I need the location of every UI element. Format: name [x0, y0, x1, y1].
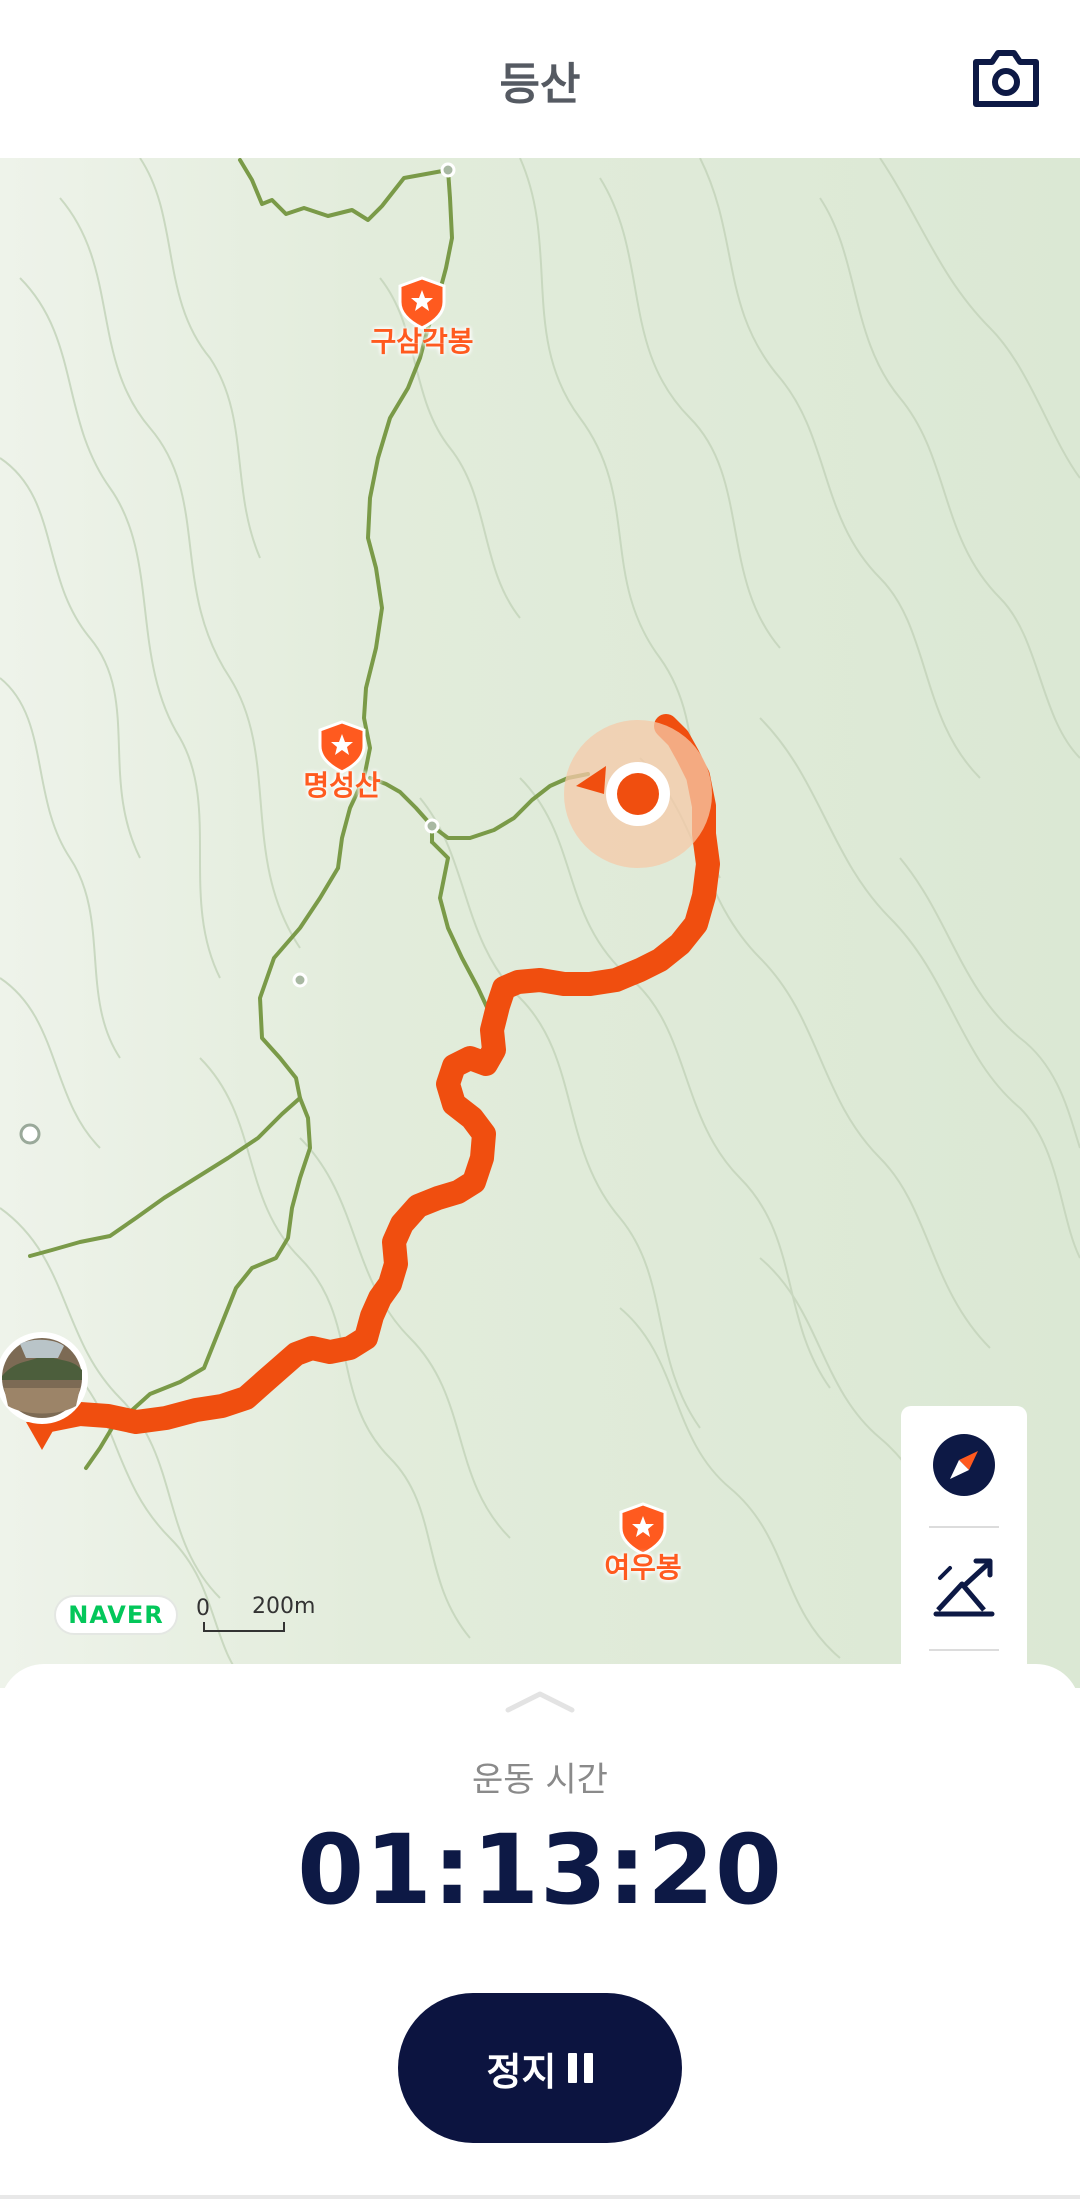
elevation-button[interactable]: [901, 1529, 1027, 1647]
elapsed-time-label: 운동 시간: [472, 1760, 608, 1800]
compass-icon: [933, 1434, 995, 1496]
trailhead-marker: [19, 1123, 41, 1145]
map-view[interactable]: 구삼각봉 명성산 여우봉 NAVER 0 200m: [0, 158, 1080, 1688]
poi-label-myeongseongsan[interactable]: 명성산: [303, 764, 380, 804]
sheet-handle[interactable]: [504, 1690, 576, 1718]
camera-icon: [973, 50, 1039, 107]
control-divider: [929, 1526, 999, 1528]
workout-sheet: 운동 시간 01:13:20 정지: [0, 1664, 1080, 2199]
scale-bar: [203, 1622, 285, 1632]
elevation-icon: [933, 1558, 995, 1617]
chevron-up-icon: [505, 1691, 575, 1713]
naver-logo: NAVER: [54, 1595, 178, 1635]
control-divider: [929, 1649, 999, 1651]
poi-label-gusamgakbong[interactable]: 구삼각봉: [370, 320, 473, 360]
map-control-panel: [901, 1406, 1027, 1688]
elapsed-time-value: 01:13:20: [297, 1814, 783, 1926]
app-header: 등산: [0, 0, 1080, 158]
scale-distance-label: 200m: [252, 1594, 316, 1619]
compass-button[interactable]: [901, 1406, 1027, 1524]
scale-zero-label: 0: [196, 1596, 210, 1621]
stop-button-label: 정지: [486, 2049, 557, 2094]
camera-button[interactable]: [972, 48, 1040, 108]
pause-icon: [568, 2053, 594, 2083]
bottom-divider: [0, 2195, 1080, 2199]
poi-label-yeoubong[interactable]: 여우봉: [604, 1546, 681, 1586]
stop-button[interactable]: 정지: [398, 1993, 682, 2143]
page-title: 등산: [499, 59, 581, 110]
